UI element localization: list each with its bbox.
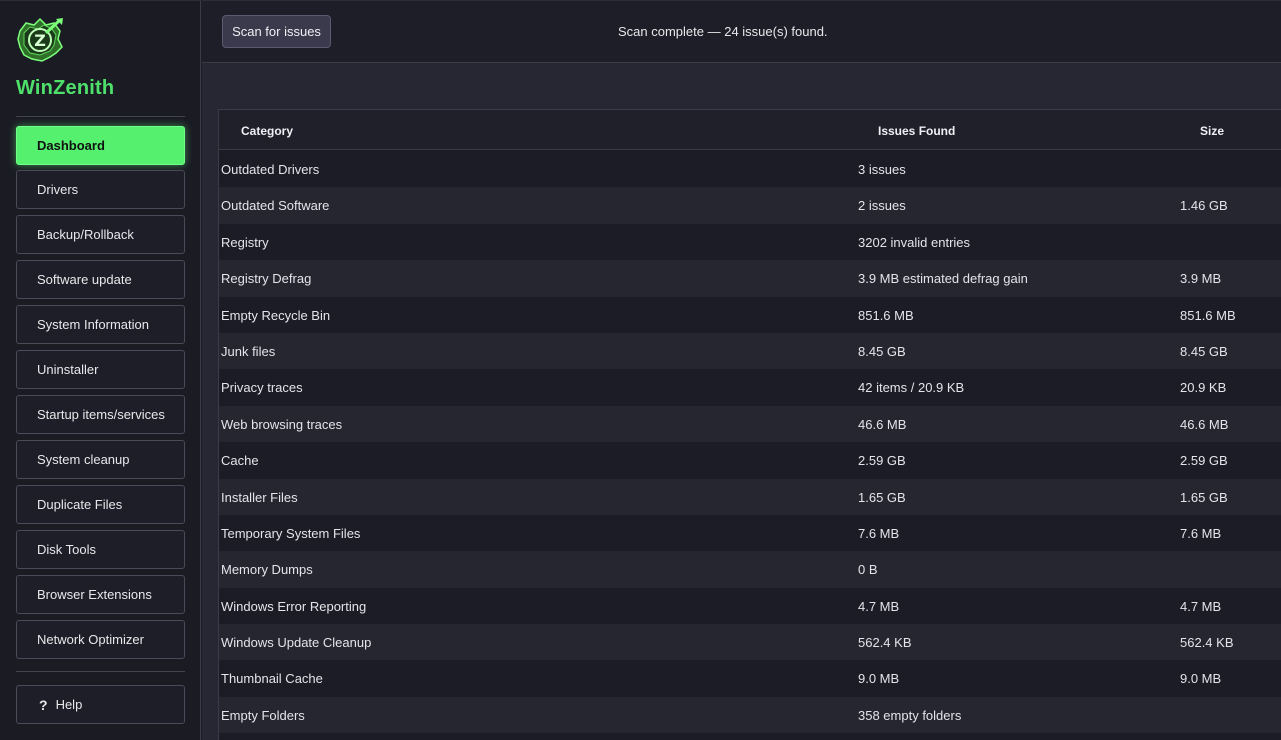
- table-row[interactable]: Outdated Drivers 3 issues: [219, 151, 1281, 187]
- row-category-cell: Cache: [221, 453, 259, 469]
- sidebar: Z WinZenith Dashboard Drivers Backup/Rol…: [0, 0, 201, 740]
- table-row[interactable]: Memory Dumps 0 B: [219, 551, 1281, 588]
- row-size-cell: 46.6 MB: [1180, 416, 1229, 432]
- row-category-cell: Outdated Drivers: [221, 162, 320, 177]
- row-category-cell: Memory Dumps: [221, 562, 313, 578]
- row-category-cell: Registry Defrag: [221, 271, 312, 287]
- table-row[interactable]: Windows Update Cleanup 562.4 KB 562.4 KB: [219, 624, 1281, 661]
- table-header: Category Issues Found Size: [219, 110, 1281, 150]
- table-row[interactable]: Cache 2.59 GB 2.59 GB: [219, 442, 1281, 478]
- row-category-cell: Empty Folders: [221, 707, 305, 723]
- sidebar-item-system-cleanup[interactable]: System cleanup: [16, 440, 185, 479]
- help-button[interactable]: ? Help: [16, 685, 185, 724]
- row-category-cell: Junk files: [221, 343, 276, 359]
- table-row[interactable]: Registry Defrag 3.9 MB estimated defrag g…: [219, 260, 1281, 297]
- help-label: Help: [55, 697, 83, 712]
- sidebar-divider: [16, 671, 185, 672]
- issues-table[interactable]: Category Issues Found Size Outdated Driv…: [218, 109, 1281, 740]
- main-content: Category Issues Found Size Outdated Driv…: [202, 63, 1281, 740]
- row-size-cell: 562.4 KB: [1180, 635, 1234, 651]
- sidebar-item-startup-items[interactable]: Startup items/services: [16, 395, 185, 434]
- row-issues-cell: 851.6 MB: [858, 307, 914, 323]
- row-category-cell: Outdated Software: [221, 198, 330, 214]
- column-header-issues-found[interactable]: Issues Found: [878, 124, 955, 138]
- sidebar-item-disk-tools[interactable]: Disk Tools: [16, 530, 185, 569]
- sidebar-item-browser-extensions[interactable]: Browser Extensions: [16, 575, 185, 614]
- scan-button[interactable]: Scan for issues: [222, 15, 331, 48]
- row-category-cell: Installer Files: [221, 489, 298, 505]
- table-row[interactable]: Registry 3202 invalid entries: [219, 224, 1281, 260]
- row-category-cell: Temporary System Files: [221, 525, 361, 541]
- sidebar-item-system-information[interactable]: System Information: [16, 305, 185, 344]
- row-issues-cell: 7.6 MB: [858, 525, 900, 541]
- sidebar-item-backup-rollback[interactable]: Backup/Rollback: [16, 215, 185, 254]
- row-issues-cell: 9.0 MB: [858, 671, 900, 687]
- sidebar-divider: [16, 116, 185, 117]
- table-row[interactable]: Junk files 8.45 GB 8.45 GB: [219, 332, 1281, 370]
- row-size-cell: 8.45 GB: [1180, 343, 1228, 359]
- row-issues-cell: 562.4 KB: [858, 635, 912, 651]
- row-issues-cell: 46.6 MB: [858, 416, 907, 432]
- row-category-cell: Privacy traces: [221, 380, 303, 396]
- help-icon: ?: [39, 696, 48, 713]
- sidebar-item-network-optimizer[interactable]: Network Optimizer: [16, 620, 185, 659]
- row-issues-cell: 8.45 GB: [858, 343, 906, 359]
- table-row[interactable]: Outdated Software 2 issues 1.46 GB: [219, 187, 1281, 224]
- row-size-cell: 1.46 GB: [1180, 198, 1228, 214]
- app-logo-icon: Z: [16, 17, 64, 62]
- app-title: WinZenith: [16, 77, 115, 99]
- row-issues-cell: 3202 invalid entries: [858, 234, 971, 250]
- row-category-cell: Empty Recycle Bin: [221, 307, 331, 323]
- row-issues-cell: 3.9 MB estimated defrag gain: [858, 271, 1028, 287]
- svg-text:Z: Z: [34, 31, 46, 50]
- row-category-cell: Windows Error Reporting: [221, 598, 367, 614]
- row-category-cell: Windows Update Cleanup: [221, 635, 372, 651]
- row-issues-cell: 42 items / 20.9 KB: [858, 380, 965, 396]
- toolbar: Scan for issues Scan complete — 24 issue…: [202, 0, 1281, 63]
- table-row[interactable]: Empty Folders 358 empty folders: [219, 696, 1281, 734]
- row-size-cell: 1.65 GB: [1180, 489, 1228, 505]
- table-row[interactable]: Installer Files 1.65 GB 1.65 GB: [219, 478, 1281, 515]
- row-category-cell: Registry: [221, 234, 269, 250]
- row-size-cell: 7.6 MB: [1180, 525, 1222, 541]
- row-size-cell: 4.7 MB: [1180, 598, 1222, 614]
- app-window: Z WinZenith Dashboard Drivers Backup/Rol…: [0, 0, 1281, 740]
- sidebar-item-software-update[interactable]: Software update: [16, 260, 185, 299]
- row-issues-cell: 3 issues: [858, 162, 906, 177]
- row-issues-cell: 4.7 MB: [858, 598, 900, 614]
- row-issues-cell: 358 empty folders: [858, 707, 962, 723]
- row-size-cell: 851.6 MB: [1180, 307, 1236, 323]
- sidebar-item-dashboard[interactable]: Dashboard: [16, 126, 185, 165]
- row-issues-cell: 0 B: [858, 562, 878, 578]
- table-row[interactable]: Windows Error Reporting 4.7 MB 4.7 MB: [219, 588, 1281, 624]
- row-issues-cell: 2.59 GB: [858, 453, 906, 469]
- row-issues-cell: 1.65 GB: [858, 489, 906, 505]
- table-row[interactable]: Web browsing traces 46.6 MB 46.6 MB: [219, 405, 1281, 443]
- row-category-cell: Web browsing traces: [221, 416, 343, 432]
- row-size-cell: 3.9 MB: [1180, 271, 1222, 287]
- table-row[interactable]: Privacy traces 42 items / 20.9 KB 20.9 KB: [219, 369, 1281, 405]
- column-header-size[interactable]: Size: [1200, 124, 1224, 138]
- column-header-category[interactable]: Category: [241, 124, 293, 138]
- table-row[interactable]: Thumbnail Cache 9.0 MB 9.0 MB: [219, 660, 1281, 696]
- row-category-cell: Thumbnail Cache: [221, 671, 323, 687]
- table-body: Outdated Drivers 3 issues Outdated Softwar…: [219, 151, 1281, 734]
- scan-status-text: Scan complete — 24 issue(s) found.: [618, 24, 828, 39]
- row-size-cell: 2.59 GB: [1180, 453, 1228, 469]
- sidebar-item-uninstaller[interactable]: Uninstaller: [16, 350, 185, 389]
- sidebar-item-duplicate-files[interactable]: Duplicate Files: [16, 485, 185, 524]
- sidebar-item-drivers[interactable]: Drivers: [16, 170, 185, 209]
- row-size-cell: 20.9 KB: [1180, 380, 1227, 396]
- table-row[interactable]: Empty Recycle Bin 851.6 MB 851.6 MB: [219, 297, 1281, 333]
- row-issues-cell: 2 issues: [858, 198, 906, 214]
- row-size-cell: 9.0 MB: [1180, 671, 1222, 687]
- table-row[interactable]: Temporary System Files 7.6 MB 7.6 MB: [219, 515, 1281, 551]
